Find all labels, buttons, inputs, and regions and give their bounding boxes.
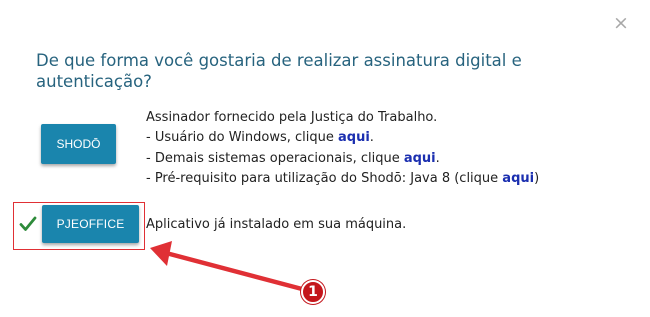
windows-download-link[interactable]: aqui: [338, 130, 370, 145]
java-prerequisite: - Pré-requisito para utilização do Shodō…: [146, 169, 626, 189]
pjeoffice-status: Aplicativo já instalado em sua máquina.: [146, 217, 407, 232]
shodo-button[interactable]: SHODŌ: [41, 124, 116, 164]
step-number-badge: 1: [301, 280, 325, 304]
shodo-info: Assinador fornecido pela Justiça do Trab…: [146, 108, 626, 189]
pjeoffice-button[interactable]: PJEOFFICE: [42, 205, 139, 243]
other-os-download-link[interactable]: aqui: [404, 151, 436, 166]
windows-instruction-text: - Usuário do Windows, clique: [146, 130, 338, 146]
windows-instruction-suffix: .: [369, 130, 374, 146]
annotation-arrow-shaft: [163, 250, 305, 292]
signature-method-dialog: × De que forma você gostaria de realizar…: [0, 0, 650, 317]
close-icon[interactable]: ×: [611, 13, 631, 33]
other-os-instruction-suffix: .: [435, 150, 440, 166]
other-os-instruction: - Demais sistemas operacionais, clique a…: [146, 149, 626, 169]
java-prerequisite-suffix: ): [534, 170, 540, 186]
windows-instruction: - Usuário do Windows, clique aqui.: [146, 128, 626, 148]
checkmark-icon: [19, 216, 37, 231]
dialog-title: De que forma você gostaria de realizar a…: [36, 51, 522, 91]
annotation-arrow-head: [150, 241, 172, 266]
java-prerequisite-text: - Pré-requisito para utilização do Shodō…: [146, 170, 503, 186]
other-os-instruction-text: - Demais sistemas operacionais, clique: [146, 150, 404, 166]
shodo-description: Assinador fornecido pela Justiça do Trab…: [146, 110, 438, 125]
java-download-link[interactable]: aqui: [502, 171, 534, 186]
